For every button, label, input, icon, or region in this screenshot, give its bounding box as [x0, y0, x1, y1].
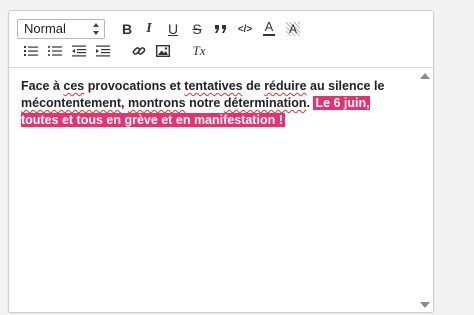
font-color-icon: A [264, 19, 274, 34]
text-segment: , [121, 96, 128, 110]
spellcheck-word: réduire [264, 79, 307, 93]
spellcheck-word: mécontentement [21, 96, 122, 110]
strikethrough-icon: S [192, 21, 202, 37]
ordered-list-button[interactable] [21, 41, 41, 61]
bullet-list-icon [48, 46, 62, 56]
vertical-scrollbar[interactable] [417, 68, 433, 312]
link-button[interactable] [129, 41, 149, 61]
text-segment: provocations et [84, 79, 185, 93]
text-segment: de [242, 79, 265, 93]
italic-button[interactable]: I [139, 19, 159, 39]
indent-icon [96, 45, 110, 57]
rich-text-editor: Normal B I U S </> A A Tx Face à ces pro… [8, 10, 434, 313]
text-segment: Face à [21, 79, 64, 93]
blockquote-button[interactable] [211, 19, 231, 39]
background-color-button[interactable]: A [283, 19, 303, 39]
font-color-bar [263, 34, 275, 36]
bullet-list-button[interactable] [45, 41, 65, 61]
text-segment: notre [185, 96, 224, 110]
text-segment: au silence le [306, 79, 385, 93]
indent-button[interactable] [93, 41, 113, 61]
scroll-down-arrow-icon[interactable] [420, 302, 430, 308]
font-color-button[interactable]: A [259, 18, 279, 38]
select-arrows-icon [93, 23, 99, 35]
bold-icon: B [121, 21, 133, 37]
spellcheck-word: détermination [223, 96, 307, 110]
italic-icon: I [146, 21, 152, 36]
strikethrough-button[interactable]: S [187, 19, 207, 39]
code-icon: </> [237, 23, 253, 35]
clear-format-button[interactable]: Tx [189, 41, 209, 61]
outdent-icon [72, 45, 86, 57]
clear-format-icon: Tx [192, 43, 206, 58]
spellcheck-word: tentatives [184, 79, 243, 93]
image-icon [156, 45, 170, 57]
ordered-list-icon [24, 46, 38, 56]
format-select-value: Normal [24, 21, 66, 36]
format-select[interactable]: Normal [17, 19, 105, 39]
code-button[interactable]: </> [235, 19, 255, 39]
bold-button[interactable]: B [117, 19, 137, 39]
spellcheck-word: montrons [127, 96, 186, 110]
underline-icon: U [167, 21, 179, 37]
editor-content[interactable]: Face à ces provocations et tentatives de… [9, 68, 417, 312]
scroll-up-arrow-icon[interactable] [420, 73, 430, 79]
underline-button[interactable]: U [163, 19, 183, 39]
quote-icon [215, 25, 226, 33]
editor-toolbar: Normal B I U S </> A A Tx [9, 11, 433, 68]
background-color-icon: A [286, 22, 300, 36]
link-icon [132, 47, 146, 55]
outdent-button[interactable] [69, 41, 89, 61]
image-button[interactable] [153, 41, 173, 61]
spellcheck-word: ces [63, 79, 85, 93]
